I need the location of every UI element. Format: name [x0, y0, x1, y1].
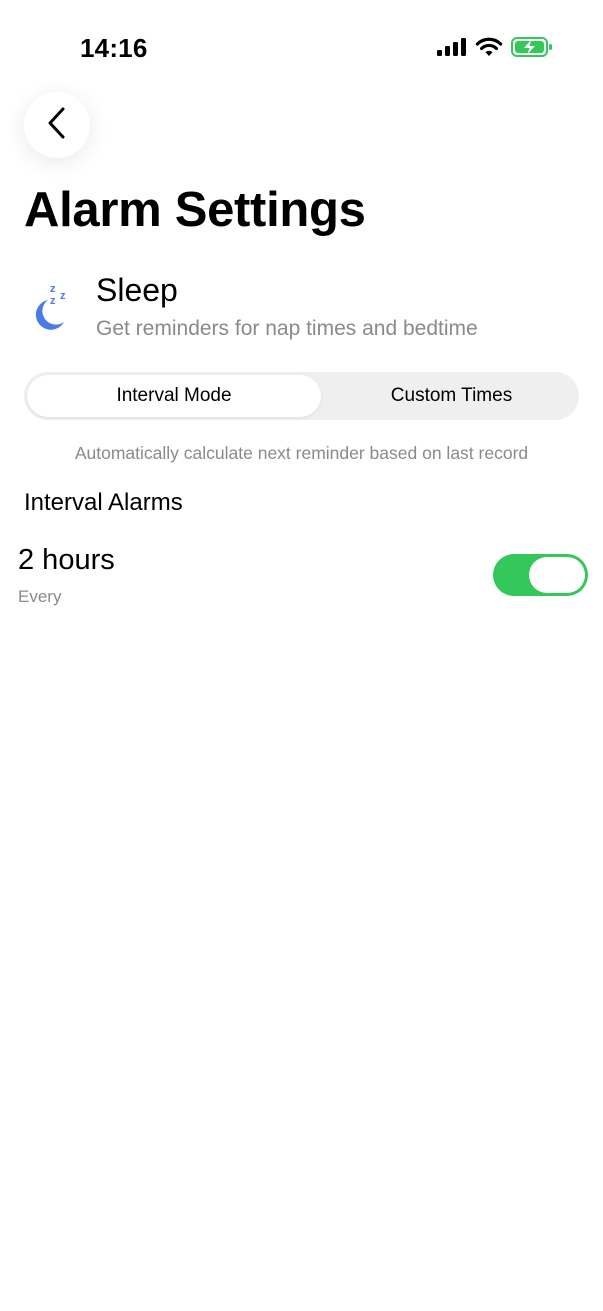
status-bar: 14:16 — [0, 0, 603, 96]
chevron-left-icon — [45, 106, 69, 145]
tab-custom-times[interactable]: Custom Times — [324, 375, 579, 417]
battery-charging-icon — [511, 36, 553, 63]
category-name: Sleep — [96, 272, 178, 308]
back-button[interactable] — [24, 92, 90, 158]
svg-text:z: z — [50, 283, 56, 295]
tab-interval-mode[interactable]: Interval Mode — [27, 375, 321, 417]
mode-segmented-control: Interval Mode Custom Times — [24, 372, 579, 420]
category-description: Get reminders for nap times and bedtime — [96, 317, 478, 340]
mode-hint-text: Automatically calculate next reminder ba… — [74, 443, 529, 463]
cellular-signal-icon — [437, 37, 467, 62]
section-title-interval-alarms: Interval Alarms — [24, 489, 183, 516]
status-time: 14:16 — [80, 33, 148, 63]
alarm-enabled-toggle[interactable] — [493, 554, 588, 596]
category-header: z z z Sleep Get reminders for nap times … — [24, 270, 584, 350]
svg-text:z: z — [60, 290, 66, 302]
toggle-knob — [529, 557, 585, 593]
svg-text:z: z — [50, 295, 56, 307]
alarm-interval-caption: Every — [18, 587, 62, 606]
alarm-interval-value: 2 hours — [18, 544, 115, 576]
sleep-moon-zzz-icon: z z z — [26, 282, 74, 332]
wifi-icon — [475, 37, 503, 62]
page-title: Alarm Settings — [24, 183, 366, 237]
status-icons — [437, 36, 553, 63]
interval-alarm-row: 2 hours Every — [0, 540, 603, 620]
